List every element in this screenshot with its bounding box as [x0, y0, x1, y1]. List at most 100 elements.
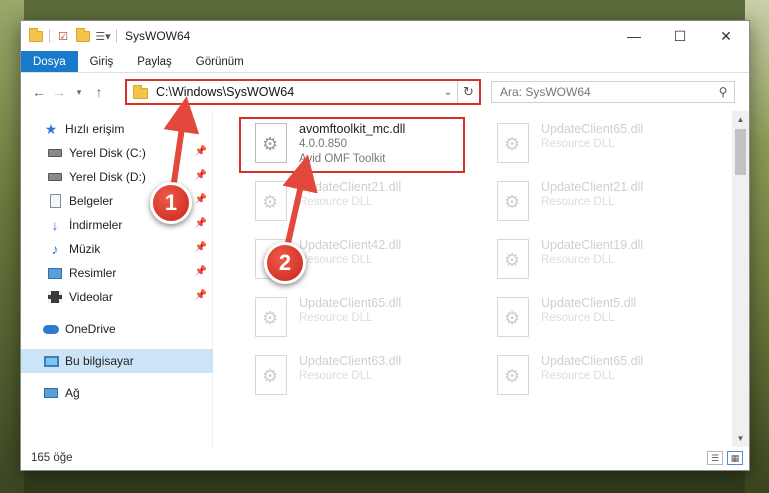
network-icon	[43, 385, 59, 401]
dll-file-icon	[497, 181, 529, 221]
dll-file-icon	[497, 297, 529, 337]
sidebar-item-videos[interactable]: Videolar 📌	[21, 285, 213, 309]
back-arrow-icon[interactable]: ←	[29, 82, 49, 102]
new-folder-icon[interactable]	[76, 27, 90, 43]
explorer-window: ☑ ☰▾ SysWOW64 — ☐ ✕ Dosya Giriş Paylaş G…	[20, 20, 750, 471]
file-name: UpdateClient21.dll	[299, 180, 402, 194]
document-icon	[47, 193, 63, 209]
disk-icon	[47, 169, 63, 185]
file-tile[interactable]: UpdateClient5.dll Resource DLL	[497, 293, 717, 345]
file-name: UpdateClient65.dll	[541, 354, 644, 368]
sidebar-item-label: Müzik	[69, 242, 101, 256]
file-tile[interactable]: UpdateClient21.dll Resource DLL	[497, 177, 717, 229]
disk-icon	[47, 145, 63, 161]
pin-icon[interactable]: 📌	[195, 170, 207, 181]
file-name: UpdateClient19.dll	[541, 238, 644, 252]
search-box[interactable]: Ara: SysWOW64 ⚲	[491, 81, 735, 103]
sidebar-item-music[interactable]: ♪ Müzik 📌	[21, 237, 213, 261]
file-description: Resource DLL	[541, 254, 615, 266]
refresh-icon[interactable]: ↻	[457, 81, 479, 103]
folder-icon	[133, 85, 148, 99]
step-badge-2: 2	[264, 242, 306, 284]
file-tile[interactable]: UpdateClient63.dll Resource DLL	[255, 351, 475, 403]
tab-gorunum[interactable]: Görünüm	[184, 51, 256, 72]
file-description: Resource DLL	[299, 254, 373, 266]
address-path[interactable]: C:\Windows\SysWOW64	[156, 85, 439, 99]
search-input[interactable]: Ara: SysWOW64	[492, 85, 712, 99]
pictures-icon	[47, 265, 63, 281]
sidebar-item-label: Ağ	[65, 386, 80, 400]
sidebar-item-network[interactable]: Ağ	[21, 381, 213, 405]
tab-giris[interactable]: Giriş	[78, 51, 126, 72]
scroll-thumb[interactable]	[735, 129, 746, 175]
file-tile[interactable]: UpdateClient19.dll Resource DLL	[497, 235, 717, 287]
item-count: 165 öğe	[31, 452, 73, 464]
recent-locations-chevron-icon[interactable]: ▾	[69, 82, 89, 102]
properties-icon[interactable]: ☑	[56, 29, 70, 43]
computer-icon	[43, 353, 59, 369]
file-description: Resource DLL	[299, 370, 373, 382]
file-name: UpdateClient5.dll	[541, 296, 637, 310]
search-icon[interactable]: ⚲	[712, 85, 734, 99]
pin-icon[interactable]: 📌	[195, 290, 207, 301]
dll-file-icon	[497, 123, 529, 163]
pin-icon[interactable]: 📌	[195, 194, 207, 205]
sidebar-item-label: Hızlı erişim	[65, 122, 125, 136]
pin-icon[interactable]: 📌	[195, 242, 207, 253]
minimize-button[interactable]: —	[611, 21, 657, 51]
address-bar[interactable]: C:\Windows\SysWOW64 ⌄ ↻	[125, 79, 481, 105]
folder-icon	[29, 27, 43, 43]
customize-toolbar-icon[interactable]: ☰▾	[95, 29, 110, 43]
window-controls: — ☐ ✕	[611, 21, 749, 51]
pin-icon[interactable]: 📌	[195, 218, 207, 229]
address-dropdown-chevron-icon[interactable]: ⌄	[439, 87, 457, 98]
dll-file-icon	[255, 297, 287, 337]
tab-paylas[interactable]: Paylaş	[125, 51, 184, 72]
file-tile[interactable]: UpdateClient65.dll Resource DLL	[255, 293, 475, 345]
file-description: Resource DLL	[541, 196, 615, 208]
file-name: UpdateClient21.dll	[541, 180, 644, 194]
scroll-up-arrow-icon[interactable]: ▲	[732, 111, 749, 128]
details-view-icon[interactable]: ☰	[707, 451, 723, 465]
file-tile[interactable]: UpdateClient21.dll Resource DLL	[255, 177, 475, 229]
forward-arrow-icon[interactable]: →	[49, 82, 69, 102]
scroll-down-arrow-icon[interactable]: ▼	[732, 430, 749, 447]
pin-icon[interactable]: 📌	[195, 266, 207, 277]
file-tile[interactable]: UpdateClient65.dll Resource DLL	[497, 119, 717, 171]
navigation-bar: ← → ▾ ↑ C:\Windows\SysWOW64 ⌄ ↻ Ara: Sys…	[21, 73, 749, 111]
sidebar-item-onedrive[interactable]: OneDrive	[21, 317, 213, 341]
file-name: UpdateClient42.dll	[299, 238, 402, 252]
step-badge-1: 1	[150, 182, 192, 224]
vertical-scrollbar[interactable]: ▲ ▼	[732, 111, 749, 447]
toolbar-divider	[49, 29, 50, 43]
large-icons-view-icon[interactable]: ▦	[727, 451, 743, 465]
maximize-button[interactable]: ☐	[657, 21, 703, 51]
sidebar-item-this-pc[interactable]: Bu bilgisayar	[21, 349, 213, 373]
file-name: UpdateClient63.dll	[299, 354, 402, 368]
sidebar-item-local-disk-c[interactable]: Yerel Disk (C:) 📌	[21, 141, 213, 165]
file-description: Resource DLL	[541, 138, 615, 150]
sidebar-item-label: Yerel Disk (C:)	[69, 146, 146, 160]
dll-file-icon	[255, 355, 287, 395]
dll-file-icon	[497, 239, 529, 279]
sidebar-item-pictures[interactable]: Resimler 📌	[21, 261, 213, 285]
sidebar-item-label: İndirmeler	[69, 218, 123, 232]
dll-file-icon	[497, 355, 529, 395]
sidebar-item-label: Belgeler	[69, 194, 114, 208]
download-icon: ↓	[51, 217, 59, 233]
file-name: UpdateClient65.dll	[541, 122, 644, 136]
dll-file-icon	[255, 181, 287, 221]
close-button[interactable]: ✕	[703, 21, 749, 51]
up-arrow-icon[interactable]: ↑	[89, 82, 109, 102]
tab-dosya[interactable]: Dosya	[21, 51, 78, 72]
view-switcher: ☰ ▦	[707, 451, 743, 465]
sidebar-item-local-disk-d[interactable]: Yerel Disk (D:) 📌	[21, 165, 213, 189]
navigation-pane: ★ Hızlı erişim Yerel Disk (C:) 📌 Yerel D…	[21, 111, 213, 447]
status-bar: 165 öğe ☰ ▦	[21, 446, 749, 470]
pin-icon[interactable]: 📌	[195, 146, 207, 157]
file-description: Resource DLL	[541, 312, 615, 324]
file-tile[interactable]: UpdateClient65.dll Resource DLL	[497, 351, 717, 403]
sidebar-item-quick-access[interactable]: ★ Hızlı erişim	[21, 117, 213, 141]
file-name: UpdateClient65.dll	[299, 296, 402, 310]
quick-access-toolbar: ☑ ☰▾	[21, 27, 117, 43]
